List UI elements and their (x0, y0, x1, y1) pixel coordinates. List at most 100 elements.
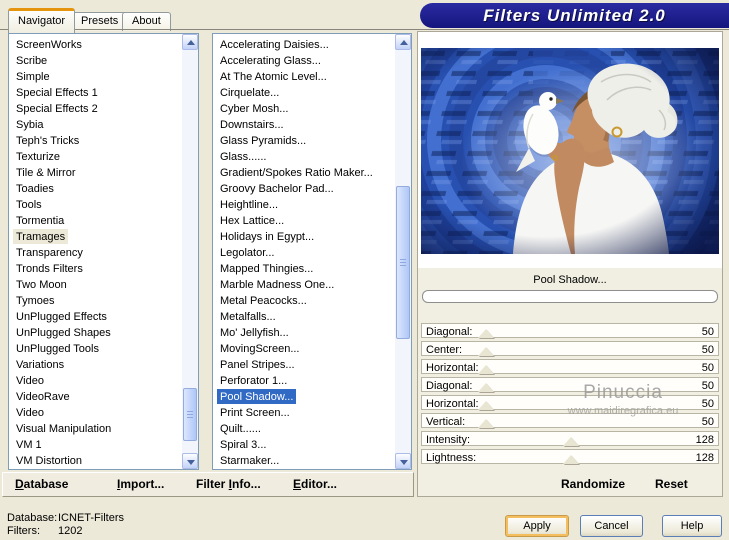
list-item[interactable]: Heightline... (214, 197, 394, 213)
list-item[interactable]: VM Distortion (10, 453, 181, 468)
list-item[interactable]: Print Screen... (214, 405, 394, 421)
list-item[interactable]: Glass Pyramids... (214, 133, 394, 149)
tab-navigator[interactable]: Navigator (8, 8, 76, 33)
list-item[interactable]: Starmaker... (214, 453, 394, 468)
reset-button[interactable]: Reset (655, 477, 688, 491)
slider-thumb[interactable] (562, 437, 579, 446)
list-item[interactable]: Accelerating Daisies... (214, 37, 394, 53)
filters-count-value: 1202 (58, 525, 83, 537)
apply-button[interactable]: Apply (505, 515, 569, 537)
list-item[interactable]: Video (10, 373, 181, 389)
cancel-button[interactable]: Cancel (580, 515, 643, 537)
list-item[interactable]: Groovy Bachelor Pad... (214, 181, 394, 197)
list-item-label: UnPlugged Effects (16, 311, 107, 323)
list-item[interactable]: Cirquelate... (214, 85, 394, 101)
slider-thumb[interactable] (477, 419, 494, 428)
list-item[interactable]: Special Effects 1 (10, 85, 181, 101)
list-item[interactable]: Gradient/Spokes Ratio Maker... (214, 165, 394, 181)
slider-thumb[interactable] (477, 365, 494, 374)
list-item-label: Texturize (16, 151, 61, 163)
app-title: Filters Unlimited 2.0 (483, 6, 666, 25)
slider-track[interactable]: Horizontal: 50 (421, 395, 719, 410)
slider-thumb[interactable] (477, 383, 494, 392)
list-item[interactable]: Special Effects 2 (10, 101, 181, 117)
slider-thumb[interactable] (477, 329, 494, 338)
list-item[interactable]: Metalfalls... (214, 309, 394, 325)
list-item[interactable]: Glass...... (214, 149, 394, 165)
list-item[interactable]: Marble Madness One... (214, 277, 394, 293)
list-item[interactable]: Tormentia (10, 213, 181, 229)
list-item[interactable]: Tools (10, 197, 181, 213)
list-item[interactable]: Mapped Thingies... (214, 261, 394, 277)
list-item[interactable]: Transparency (10, 245, 181, 261)
scroll-down-button[interactable] (395, 453, 411, 469)
list-item[interactable]: UnPlugged Effects (10, 309, 181, 325)
list-item[interactable]: UnPlugged Tools (10, 341, 181, 357)
editor-button[interactable]: Editor... (293, 477, 337, 491)
list-item[interactable]: Metal Peacocks... (214, 293, 394, 309)
list-item[interactable]: Teph's Tricks (10, 133, 181, 149)
slider-label: Diagonal: (426, 380, 473, 392)
slider-track[interactable]: Vertical: 50 (421, 413, 719, 428)
list-item-label: Transparency (16, 247, 83, 259)
list-item-label: Glass...... (220, 151, 267, 163)
list-item[interactable]: Visual Manipulation (10, 421, 181, 437)
list-item[interactable]: Variations (10, 357, 181, 373)
list-item[interactable]: Perforator 1... (214, 373, 394, 389)
list-item[interactable]: Tronds Filters (10, 261, 181, 277)
slider-track[interactable]: Horizontal: 50 (421, 359, 719, 374)
list-item[interactable]: Sybia (10, 117, 181, 133)
slider-thumb[interactable] (477, 401, 494, 410)
list-item[interactable]: Tile & Mirror (10, 165, 181, 181)
category-listbox[interactable]: ScreenWorks Scribe Simple Special Effects 1… (8, 33, 199, 470)
list-item[interactable]: Spiral 3... (214, 437, 394, 453)
slider-value: 128 (695, 434, 714, 446)
list-item[interactable]: Accelerating Glass... (214, 53, 394, 69)
list-item[interactable]: Tymoes (10, 293, 181, 309)
list-item[interactable]: Video (10, 405, 181, 421)
list-item[interactable]: Cyber Mosh... (214, 101, 394, 117)
list-item[interactable]: Toadies (10, 181, 181, 197)
scroll-up-button[interactable] (182, 34, 198, 50)
filter-listbox[interactable]: Accelerating Daisies... Accelerating Glas… (212, 33, 412, 470)
scrollbar-thumb[interactable] (396, 186, 410, 339)
import-button[interactable]: Import... (117, 477, 164, 491)
list-item[interactable]: Quilt...... (214, 421, 394, 437)
list-item[interactable]: Legolator... (214, 245, 394, 261)
list-item[interactable]: Hex Lattice... (214, 213, 394, 229)
list-item[interactable]: ScreenWorks (10, 37, 181, 53)
list-item[interactable]: Texturize (10, 149, 181, 165)
slider-track[interactable]: Diagonal: 50 (421, 323, 719, 338)
category-scrollbar[interactable] (182, 34, 198, 469)
list-item[interactable]: Pool Shadow... (214, 389, 394, 405)
list-item[interactable]: MovingScreen... (214, 341, 394, 357)
scroll-up-button[interactable] (395, 34, 411, 50)
tab-navigator-label: Navigator (18, 15, 66, 27)
list-item[interactable]: UnPlugged Shapes (10, 325, 181, 341)
scroll-down-button[interactable] (182, 453, 198, 469)
list-item[interactable]: Two Moon (10, 277, 181, 293)
slider-row: Horizontal: 50 (421, 394, 719, 412)
slider-thumb[interactable] (477, 347, 494, 356)
database-status-value: ICNET-Filters (58, 512, 124, 524)
database-button[interactable]: Database (15, 477, 68, 491)
list-item[interactable]: Mo' Jellyfish... (214, 325, 394, 341)
help-button[interactable]: Help (662, 515, 722, 537)
list-item[interactable]: At The Atomic Level... (214, 69, 394, 85)
list-item[interactable]: Simple (10, 69, 181, 85)
filter-scrollbar[interactable] (395, 34, 411, 469)
list-item[interactable]: Panel Stripes... (214, 357, 394, 373)
list-item-label: Video (16, 375, 44, 387)
slider-track[interactable]: Diagonal: 50 (421, 377, 719, 392)
list-item[interactable]: Scribe (10, 53, 181, 69)
list-item[interactable]: Downstairs... (214, 117, 394, 133)
scrollbar-thumb[interactable] (183, 388, 197, 441)
slider-thumb[interactable] (562, 455, 579, 464)
list-item[interactable]: Holidays in Egypt... (214, 229, 394, 245)
slider-track[interactable]: Center: 50 (421, 341, 719, 356)
randomize-button[interactable]: Randomize (561, 477, 625, 491)
filter-info-button[interactable]: Filter Info... (196, 477, 261, 491)
list-item[interactable]: VideoRave (10, 389, 181, 405)
list-item[interactable]: VM 1 (10, 437, 181, 453)
list-item[interactable]: Tramages (10, 229, 181, 245)
